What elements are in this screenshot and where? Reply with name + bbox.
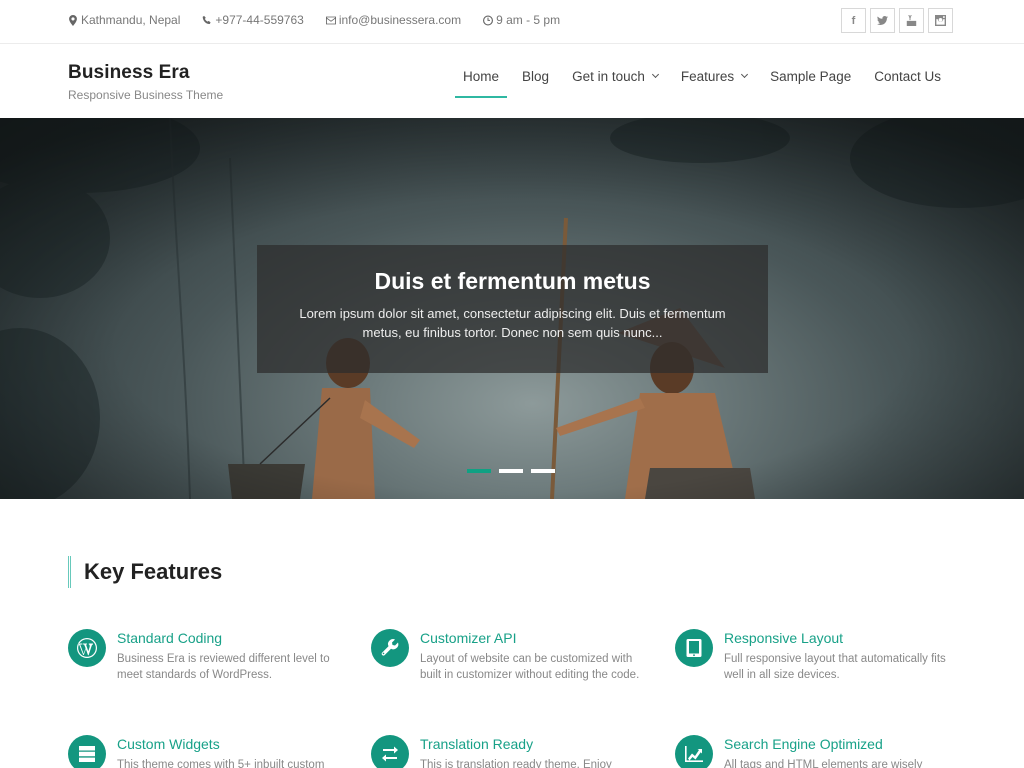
- chevron-down-icon: [741, 70, 749, 79]
- facebook-button[interactable]: f: [841, 8, 866, 33]
- slider-dot-1[interactable]: [467, 469, 491, 473]
- contact-info: Kathmandu, Nepal +977-44-559763 info@bus…: [68, 13, 582, 27]
- map-marker-icon: [69, 14, 77, 26]
- area-chart-icon: [675, 735, 713, 768]
- feature-title[interactable]: Standard Coding: [117, 630, 222, 646]
- contact-hours: 9 am - 5 pm: [483, 13, 560, 27]
- slider-dot-3[interactable]: [531, 469, 555, 473]
- nav-label: Features: [680, 69, 735, 84]
- feature-title[interactable]: Translation Ready: [420, 736, 533, 752]
- slide-description: Lorem ipsum dolor sit amet, consectetur …: [299, 306, 726, 340]
- slide-caption: Duis et fermentum metus Lorem ipsum dolo…: [257, 245, 768, 373]
- nav-item-home[interactable]: Home: [455, 69, 508, 98]
- phone-icon: [203, 15, 211, 24]
- wrench-icon: [371, 629, 409, 667]
- nav-item-get-in-touch[interactable]: Get in touch: [572, 69, 659, 98]
- location-text: Kathmandu, Nepal: [81, 13, 181, 27]
- feature-description: This is translation ready theme. Enjoy: [420, 759, 612, 768]
- nav-label: Sample Page: [770, 69, 852, 84]
- feature-description: Layout of website can be customized with…: [420, 653, 640, 681]
- nav-item-features[interactable]: Features: [680, 69, 749, 98]
- nav-label: Home: [463, 69, 500, 84]
- exchange-icon: [371, 735, 409, 768]
- site-tagline: Responsive Business Theme: [68, 88, 224, 102]
- nav-label: Contact Us: [874, 69, 941, 84]
- nav-item-sample-page[interactable]: Sample Page: [770, 69, 851, 98]
- nav-label: Get in touch: [572, 69, 645, 84]
- site-header: Business Era Responsive Business Theme H…: [0, 45, 1024, 118]
- slider-dot-2[interactable]: [499, 469, 523, 473]
- feature-title[interactable]: Customizer API: [420, 630, 516, 646]
- feature-title[interactable]: Custom Widgets: [117, 736, 220, 752]
- nav-label: Blog: [522, 69, 550, 84]
- main-nav: Home Blog Get in touch Features Sample P…: [455, 69, 941, 98]
- instagram-icon: [935, 15, 946, 26]
- phone-text: +977-44-559763: [215, 13, 304, 27]
- feature-title[interactable]: Responsive Layout: [724, 630, 843, 646]
- social-links: f: [837, 8, 953, 33]
- clock-icon: [483, 15, 494, 25]
- twitter-icon: [877, 16, 888, 25]
- nav-item-blog[interactable]: Blog: [522, 69, 549, 98]
- key-features-section: Key Features Standard Coding Business Er…: [0, 499, 1024, 768]
- wordpress-icon: [68, 629, 106, 667]
- contact-email[interactable]: info@businessera.com: [325, 13, 462, 27]
- twitter-button[interactable]: [870, 8, 895, 33]
- section-title: Key Features: [68, 556, 222, 588]
- site-title[interactable]: Business Era: [68, 62, 223, 84]
- feature-title[interactable]: Search Engine Optimized: [724, 736, 883, 752]
- slider-pagination: [467, 469, 563, 473]
- nav-item-contact-us[interactable]: Contact Us: [874, 69, 941, 98]
- tablet-icon: [675, 629, 713, 667]
- top-bar: Kathmandu, Nepal +977-44-559763 info@bus…: [0, 0, 1024, 44]
- feature-description: Business Era is reviewed different level…: [117, 653, 330, 681]
- contact-location: Kathmandu, Nepal: [68, 13, 180, 27]
- youtube-button[interactable]: [899, 8, 924, 33]
- youtube-icon: [906, 15, 917, 26]
- chevron-down-icon: [651, 70, 659, 79]
- site-branding: Business Era Responsive Business Theme: [68, 62, 223, 102]
- contact-phone[interactable]: +977-44-559763: [202, 13, 304, 27]
- facebook-icon: f: [851, 14, 856, 27]
- envelope-icon: [325, 16, 336, 24]
- instagram-button[interactable]: [928, 8, 953, 33]
- slide-title: Duis et fermentum metus: [374, 268, 651, 294]
- hours-text: 9 am - 5 pm: [496, 13, 561, 27]
- hero-slider[interactable]: Duis et fermentum metus Lorem ipsum dolo…: [0, 118, 1024, 499]
- feature-description: Full responsive layout that automaticall…: [724, 653, 946, 681]
- email-text: info@businessera.com: [338, 13, 462, 27]
- feature-description: All tags and HTML elements are wisely: [724, 759, 923, 768]
- server-icon: [68, 735, 106, 768]
- feature-description: This theme comes with 5+ inbuilt custom: [117, 759, 325, 768]
